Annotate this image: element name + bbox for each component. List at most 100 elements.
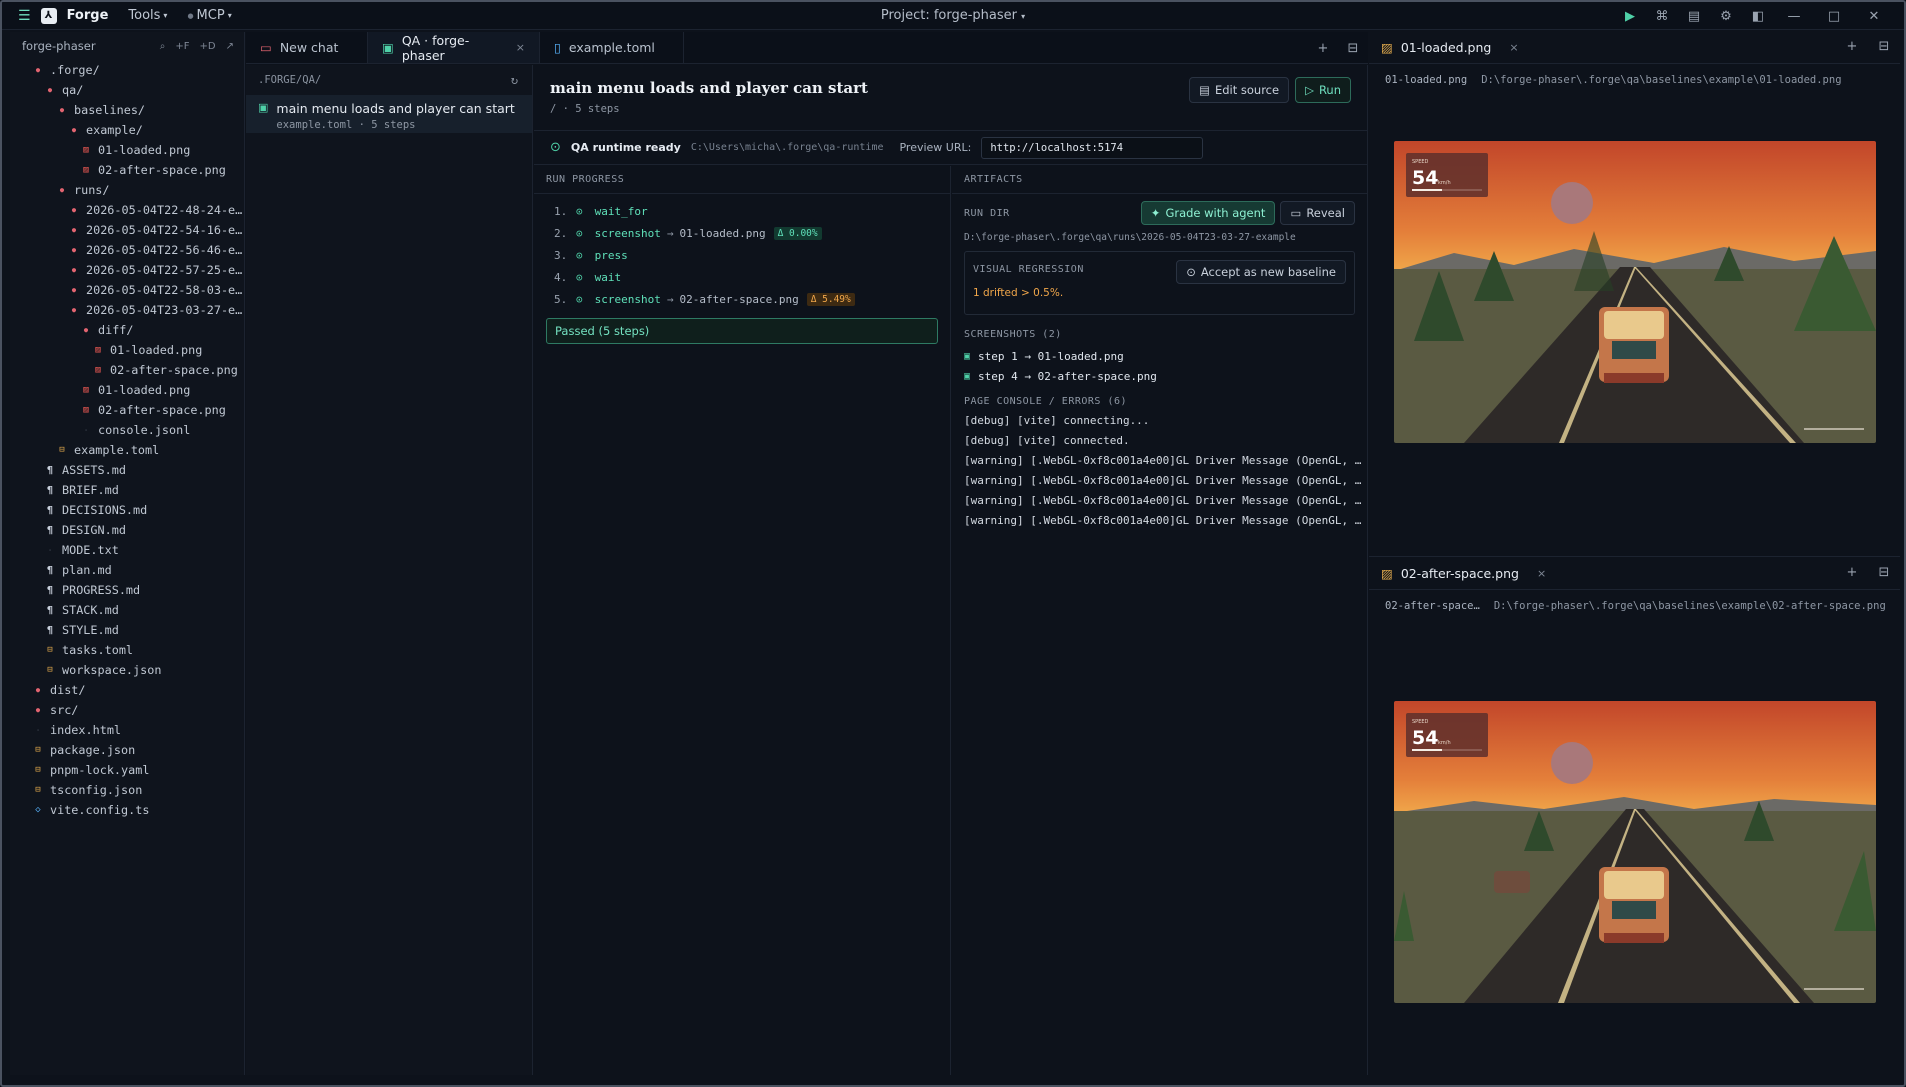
- tab-02-after-space[interactable]: ▨ 02-after-space.png ×: [1369, 558, 1558, 590]
- tree-item[interactable]: ● 2026-05-04T22-54-16-e…: [10, 220, 244, 240]
- tree-item[interactable]: ⊟ pnpm-lock.yaml: [10, 760, 244, 780]
- refresh-icon[interactable]: ↻: [511, 73, 518, 87]
- tree-item[interactable]: ● qa/: [10, 80, 244, 100]
- tree-item[interactable]: ● runs/: [10, 180, 244, 200]
- tree-item[interactable]: ● diff/: [10, 320, 244, 340]
- qa-list-item[interactable]: ▣ main menu loads and player can start e…: [246, 95, 532, 133]
- tab-qa[interactable]: ▣ QA · forge-phaser ×: [368, 32, 540, 63]
- split-view-icon[interactable]: ⊟: [1868, 32, 1900, 60]
- tab-new-chat-label: New chat: [279, 40, 339, 55]
- close-tab-icon[interactable]: ×: [1537, 567, 1546, 580]
- tree-item[interactable]: ▨ 02-after-space.png: [10, 160, 244, 180]
- tree-item[interactable]: ¶ BRIEF.md: [10, 480, 244, 500]
- close-tab-icon[interactable]: ×: [516, 41, 525, 54]
- tree-item[interactable]: ● example/: [10, 120, 244, 140]
- tree-item[interactable]: ⊟ tasks.toml: [10, 640, 244, 660]
- play-icon[interactable]: ▶: [1614, 2, 1646, 30]
- hud-unit: km/h: [1438, 740, 1451, 746]
- tab-01-loaded[interactable]: ▨ 01-loaded.png ×: [1369, 32, 1531, 64]
- minimize-icon[interactable]: —: [1774, 2, 1814, 30]
- tree-item[interactable]: ▨ 01-loaded.png: [10, 340, 244, 360]
- tree-item[interactable]: ▨ 02-after-space.png: [10, 360, 244, 380]
- hud-speed: 54: [1412, 167, 1438, 189]
- tree-item[interactable]: ▨ 02-after-space.png: [10, 400, 244, 420]
- tree-item[interactable]: ¶ DECISIONS.md: [10, 500, 244, 520]
- new-folder-icon[interactable]: +D: [200, 41, 216, 52]
- new-file-icon[interactable]: +F: [175, 41, 189, 52]
- tree-item[interactable]: ¶ STYLE.md: [10, 620, 244, 640]
- tree-item[interactable]: ● 2026-05-04T22-48-24-e…: [10, 200, 244, 220]
- tree-item[interactable]: ● 2026-05-04T23-03-27-e…: [10, 300, 244, 320]
- screenshot-link[interactable]: ▣ step 4 → 02-after-space.png: [964, 366, 1355, 386]
- tree-item[interactable]: ● baselines/: [10, 100, 244, 120]
- tree-item[interactable]: ● 2026-05-04T22-57-25-e…: [10, 260, 244, 280]
- command-icon[interactable]: ⌘: [1646, 2, 1678, 30]
- play-icon: ▷: [1305, 83, 1314, 97]
- hamburger-menu-icon[interactable]: ☰: [18, 8, 31, 24]
- image-file-icon: ▨: [83, 405, 89, 415]
- markdown-icon: ¶: [46, 504, 54, 516]
- split-view-icon[interactable]: ⊟: [1338, 32, 1368, 64]
- add-tab-icon[interactable]: +: [1836, 558, 1868, 586]
- search-icon[interactable]: ⌕: [160, 41, 166, 52]
- run-button[interactable]: ▷ Run: [1295, 77, 1351, 103]
- accept-baseline-button[interactable]: ⊙ Accept as new baseline: [1176, 260, 1346, 284]
- tree-item[interactable]: ⊟ package.json: [10, 740, 244, 760]
- add-tab-icon[interactable]: +: [1836, 32, 1868, 60]
- tree-item[interactable]: · index.html: [10, 720, 244, 740]
- maximize-icon[interactable]: □: [1814, 2, 1854, 30]
- tab-example-toml[interactable]: ▯ example.toml: [540, 32, 684, 63]
- tree-item[interactable]: ⊟ example.toml: [10, 440, 244, 460]
- list-icon[interactable]: ▤: [1678, 2, 1710, 30]
- tree-item-label: vite.config.ts: [50, 803, 150, 817]
- tree-item[interactable]: · console.jsonl: [10, 420, 244, 440]
- screenshots-label: SCREENSHOTS (2): [964, 329, 1062, 340]
- tree-item[interactable]: ⊟ workspace.json: [10, 660, 244, 680]
- preview-url-label: Preview URL:: [899, 141, 972, 154]
- collapse-icon[interactable]: ↗: [226, 41, 234, 52]
- artifacts-panel: ARTIFACTS RUN DIR ✦ Grade with agent ▭ Rev…: [952, 166, 1367, 1075]
- clipboard-icon: ▣: [964, 370, 971, 382]
- tree-item[interactable]: ● 2026-05-04T22-56-46-e…: [10, 240, 244, 260]
- preview-url-input[interactable]: http://localhost:5174: [981, 136, 1204, 159]
- tree-item[interactable]: ▨ 01-loaded.png: [10, 380, 244, 400]
- step-number: 3.: [554, 248, 568, 262]
- panel-toggle-icon[interactable]: ◧: [1742, 2, 1774, 30]
- tree-item-label: 2026-05-04T22-48-24-e…: [86, 203, 243, 217]
- tree-item[interactable]: ¶ DESIGN.md: [10, 520, 244, 540]
- step-file: 01-loaded.png: [679, 226, 766, 240]
- menu-tools[interactable]: Tools ▾: [128, 8, 167, 23]
- grade-with-agent-button[interactable]: ✦ Grade with agent: [1140, 201, 1276, 225]
- tree-item[interactable]: ¶ plan.md: [10, 560, 244, 580]
- tree-item[interactable]: · MODE.txt: [10, 540, 244, 560]
- preview-filename: 01-loaded.png: [1385, 74, 1468, 86]
- split-view-icon[interactable]: ⊟: [1868, 558, 1900, 586]
- tree-item[interactable]: ● 2026-05-04T22-58-03-e…: [10, 280, 244, 300]
- screenshot-link[interactable]: ▣ step 1 → 01-loaded.png: [964, 346, 1355, 366]
- reveal-button[interactable]: ▭ Reveal: [1280, 201, 1355, 225]
- tree-item[interactable]: ¶ PROGRESS.md: [10, 580, 244, 600]
- check-circle-icon: ⊙: [1186, 265, 1196, 279]
- close-window-icon[interactable]: ✕: [1854, 2, 1894, 30]
- check-circle-icon: ⊙: [576, 226, 583, 240]
- tree-item[interactable]: ⊟ tsconfig.json: [10, 780, 244, 800]
- tree-item-label: workspace.json: [62, 663, 162, 677]
- forge-logo-icon: ⅄: [40, 7, 57, 24]
- tree-item[interactable]: ¶ ASSETS.md: [10, 460, 244, 480]
- close-tab-icon[interactable]: ×: [1509, 41, 1518, 54]
- settings-icon[interactable]: ⚙: [1710, 2, 1742, 30]
- tree-item[interactable]: ▨ 01-loaded.png: [10, 140, 244, 160]
- menu-mcp[interactable]: ● MCP ▾: [187, 8, 231, 23]
- tree-item-label: console.jsonl: [98, 423, 191, 437]
- screenshot-image: SPEED 54 km/h: [1394, 701, 1876, 1003]
- tab-new-chat[interactable]: ▭ New chat: [246, 32, 368, 63]
- tree-item[interactable]: ¶ STACK.md: [10, 600, 244, 620]
- screenshot-image: SPEED 54 km/h: [1394, 141, 1876, 443]
- edit-source-button[interactable]: ▤ Edit source: [1189, 77, 1290, 103]
- add-tab-icon[interactable]: +: [1308, 32, 1338, 64]
- tree-item[interactable]: ◇ vite.config.ts: [10, 800, 244, 820]
- tree-item[interactable]: ● src/: [10, 700, 244, 720]
- tree-item-label: 01-loaded.png: [98, 143, 191, 157]
- tree-item[interactable]: ● .forge/: [10, 60, 244, 80]
- tree-item[interactable]: ● dist/: [10, 680, 244, 700]
